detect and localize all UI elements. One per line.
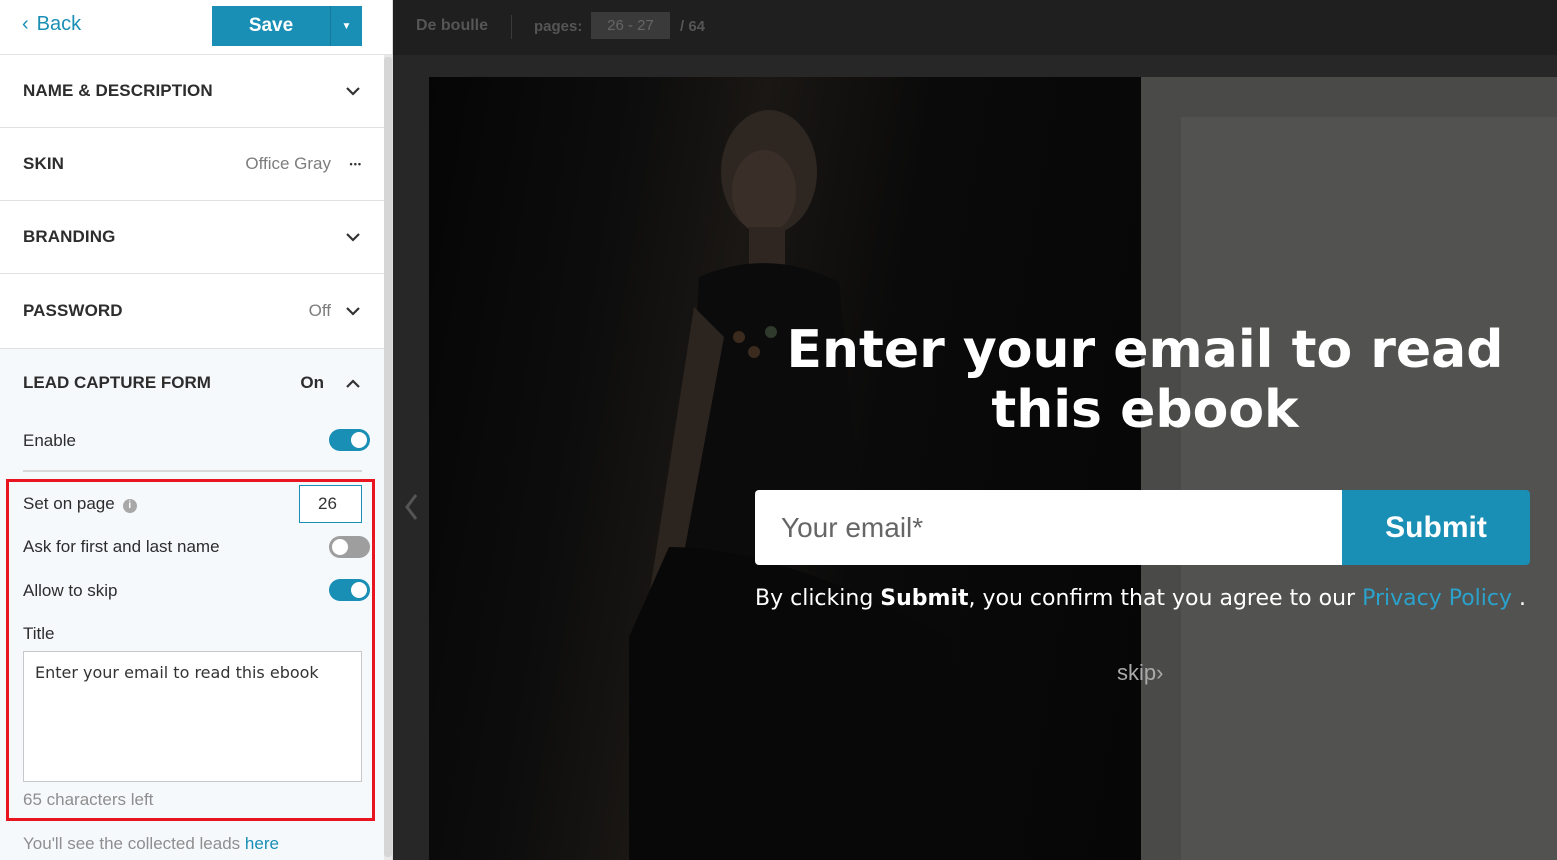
lead-capture-status: On: [300, 373, 324, 392]
scrollbar-thumb[interactable]: [384, 57, 392, 857]
save-button-group: Save ▼: [212, 6, 362, 46]
section-label: BRANDING: [23, 227, 116, 246]
section-label: NAME & DESCRIPTION: [23, 81, 213, 100]
book-page-right: [1141, 77, 1557, 860]
document-name: De boulle: [416, 17, 489, 34]
save-button[interactable]: Save: [212, 6, 331, 46]
back-label: Back: [36, 13, 82, 35]
more-icon[interactable]: •••: [350, 159, 362, 169]
divider: [23, 470, 362, 472]
flipbook-preview: De boulle pages: 26 - 27 / 64 Enter your…: [393, 0, 1557, 860]
title-label: Title: [23, 624, 55, 643]
title-textarea[interactable]: Enter your email to read this ebook: [23, 651, 362, 782]
preview-toolbar: De boulle pages: 26 - 27 / 64: [393, 0, 1557, 55]
enable-label: Enable: [23, 431, 76, 450]
save-options-button[interactable]: ▼: [331, 6, 362, 46]
sidebar-scrollbar[interactable]: [384, 55, 392, 860]
skin-value: Office Gray: [245, 154, 331, 173]
model-photo: [629, 110, 969, 860]
chevron-left-icon: ‹: [22, 13, 29, 35]
jewelry-photo: [1181, 117, 1557, 860]
section-branding[interactable]: BRANDING: [0, 201, 384, 274]
settings-sidebar: ‹ Back Save ▼ NAME & DESCRIPTION SKIN Of…: [0, 0, 393, 860]
section-label: SKIN: [23, 154, 65, 173]
previous-page-icon[interactable]: [403, 492, 419, 522]
pages-range-input[interactable]: 26 - 27: [591, 12, 670, 39]
lead-capture-title[interactable]: LEAD CAPTURE FORM: [23, 373, 211, 393]
section-name-description[interactable]: NAME & DESCRIPTION: [0, 55, 384, 128]
chars-left-counter: 65 characters left: [23, 790, 154, 809]
allow-skip-toggle[interactable]: [329, 579, 370, 601]
ask-name-toggle[interactable]: [329, 536, 370, 558]
email-input[interactable]: [755, 490, 1342, 565]
leads-link[interactable]: here: [245, 834, 279, 853]
submit-button[interactable]: Submit: [1342, 490, 1530, 565]
chevron-down-icon: [346, 87, 360, 96]
lead-form-title: Enter your email to read this ebook: [786, 320, 1504, 440]
pages-total: / 64: [680, 18, 706, 35]
enable-toggle[interactable]: [329, 429, 370, 451]
chevron-down-icon: [346, 233, 360, 242]
leads-note: You'll see the collected leads here: [23, 834, 279, 853]
pages-label: pages:: [534, 18, 583, 35]
section-password[interactable]: PASSWORD Off: [0, 274, 384, 349]
chevron-down-icon: [346, 307, 360, 316]
info-icon[interactable]: i: [122, 499, 137, 513]
privacy-policy-link[interactable]: Privacy Policy: [1362, 586, 1512, 611]
back-button[interactable]: ‹ Back: [22, 13, 81, 36]
toolbar-separator: [511, 15, 512, 39]
set-on-page-label: Set on page i: [23, 494, 137, 514]
book-page-left: [429, 77, 1141, 860]
caret-down-icon: ▼: [341, 20, 352, 32]
section-skin[interactable]: SKIN Office Gray •••: [0, 128, 384, 201]
ask-name-label: Ask for first and last name: [23, 537, 220, 556]
allow-skip-label: Allow to skip: [23, 581, 118, 600]
skip-button[interactable]: skip›: [1117, 660, 1163, 686]
password-value: Off: [308, 301, 331, 320]
chevron-up-icon[interactable]: [344, 375, 362, 393]
consent-text: By clicking Submit, you confirm that you…: [755, 586, 1526, 611]
set-on-page-input[interactable]: [299, 485, 362, 523]
section-label: PASSWORD: [23, 301, 123, 320]
sidebar-topbar: ‹ Back Save ▼: [0, 0, 392, 55]
